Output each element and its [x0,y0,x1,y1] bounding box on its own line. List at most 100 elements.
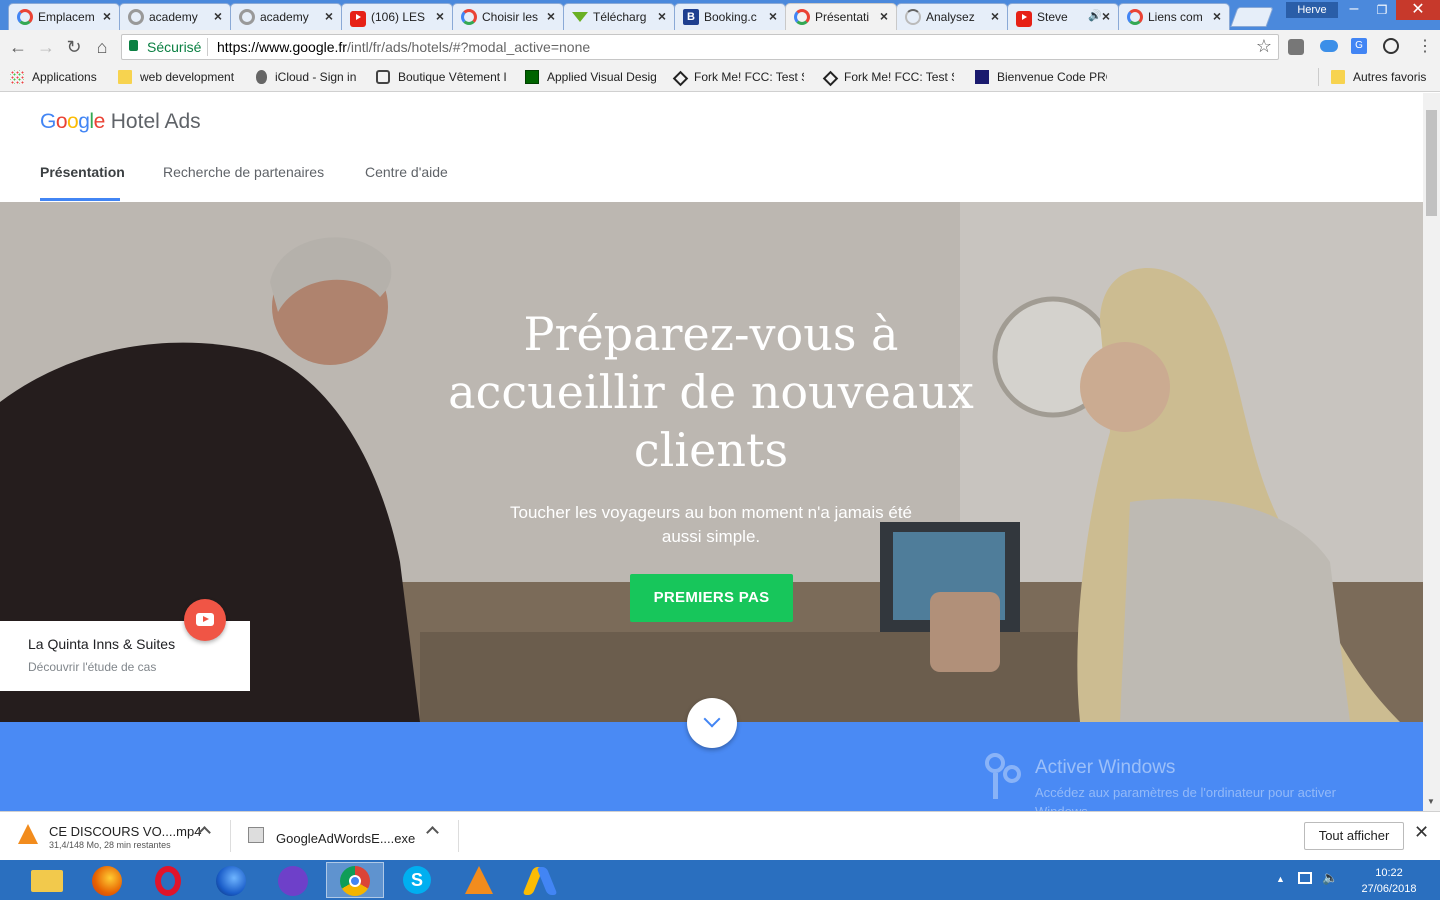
get-started-button[interactable]: PREMIERS PAS [630,574,793,622]
address-bar[interactable]: Sécurisé https://www.google.fr/intl/fr/a… [121,34,1279,60]
close-icon[interactable]: × [547,8,555,24]
bookmark-label: Boutique Vêtement I [398,70,507,84]
close-icon[interactable]: × [1213,8,1221,24]
url-text[interactable]: https://www.google.fr/intl/fr/ads/hotels… [217,39,590,55]
nav-tab-partners[interactable]: Recherche de partenaires [163,164,324,180]
show-hidden-icons-icon[interactable]: ▲ [1276,874,1285,884]
bookmark-label: web development [140,70,235,84]
close-icon[interactable]: × [658,8,666,24]
bookmark-label: Applied Visual Desig [547,70,657,84]
activate-windows-line: Windows. [1035,802,1336,811]
google-icon [239,9,255,25]
skype-icon[interactable]: S [388,862,446,898]
bookmark-fork-me-1[interactable]: Fork Me! FCC: Test S [672,70,804,87]
product-name: Hotel Ads [110,110,201,133]
tab-strip: Emplacem × academy × academy × (106) LES… [0,0,1440,30]
bookmark-icloud[interactable]: iCloud - Sign in [256,70,356,84]
wordmark-letter: G [40,110,56,133]
bookmark-other-favorites[interactable]: Autres favoris [1331,70,1426,84]
close-icon[interactable]: × [325,8,333,24]
tab-5[interactable]: Choisir les × [452,3,564,30]
reload-icon[interactable]: ↻ [62,35,86,59]
bookmark-fork-me-2[interactable]: Fork Me! FCC: Test S [822,70,954,87]
firefox-dev-icon[interactable] [202,862,260,898]
restore-button[interactable]: ❐ [1368,0,1396,20]
sync-icon[interactable] [1383,38,1399,54]
tab-4[interactable]: (106) LES × [341,3,453,30]
bookmark-applied-visual[interactable]: Applied Visual Desig [525,70,657,84]
tab-6[interactable]: Télécharg × [563,3,675,30]
google-icon [1127,9,1143,25]
close-icon[interactable]: × [769,8,777,24]
translate-icon[interactable]: G [1351,38,1367,54]
vlc-icon[interactable] [450,862,508,898]
adwords-editor-icon[interactable] [512,862,570,898]
window-close-button[interactable]: ✕ [1396,0,1440,20]
firefox-icon[interactable] [78,862,136,898]
bookmark-label: Fork Me! FCC: Test S [844,70,954,84]
case-study-link[interactable]: Découvrir l'étude de cas [28,660,156,674]
nav-tab-presentation[interactable]: Présentation [40,164,125,180]
github-desktop-icon[interactable] [264,862,322,898]
tab-7[interactable]: B Booking.c × [674,3,786,30]
tab-8-active[interactable]: Présentati × [785,3,897,30]
file-explorer-icon[interactable] [18,862,76,898]
tab-label: (106) LES [371,10,426,24]
network-icon[interactable] [1298,872,1312,884]
menu-icon[interactable]: ⋮ [1417,36,1433,56]
scroll-down-arrow-icon[interactable]: ▼ [1427,797,1435,806]
bookmark-code-pro[interactable]: Bienvenue Code PRO [975,70,1107,84]
close-icon[interactable]: × [991,8,999,24]
close-icon[interactable]: × [214,8,222,24]
play-video-button[interactable] [184,599,226,641]
minimize-button[interactable]: – [1340,0,1368,20]
cloud-icon[interactable] [1320,40,1338,52]
clock-date: 27/06/2018 [1361,883,1417,895]
chrome-icon[interactable] [326,862,384,898]
tab-3[interactable]: academy × [230,3,342,30]
wordmark-letter: o [55,110,68,133]
folder-icon [1331,70,1345,84]
extension-icon[interactable] [1288,39,1304,55]
active-tab-indicator [40,198,120,201]
hero-subtitle: Toucher les voyageurs au bon moment n'a … [461,501,961,549]
tab-2[interactable]: academy × [119,3,231,30]
close-icon[interactable]: × [1102,8,1110,24]
system-clock[interactable]: 10:22 27/06/2018 [1352,865,1426,897]
new-tab-button[interactable] [1230,7,1274,27]
download-2-name[interactable]: GoogleAdWordsE....exe [276,831,415,846]
close-icon[interactable]: × [436,8,444,24]
hero-section: Préparez-vous à accueillir de nouveaux c… [0,202,1423,722]
profile-badge[interactable]: Herve [1286,2,1338,18]
site-logo[interactable]: Google Hotel Ads [40,110,201,134]
close-icon[interactable]: × [880,8,888,24]
bookmark-boutique[interactable]: Boutique Vêtement I [376,70,508,84]
close-downloads-icon[interactable]: ✕ [1414,822,1429,843]
speaker-icon[interactable]: 🔊 [1088,9,1102,22]
close-icon[interactable]: × [103,8,111,24]
tab-label: Liens com [1148,10,1203,24]
show-all-downloads-button[interactable]: Tout afficher [1304,822,1404,850]
download-1-name[interactable]: CE DISCOURS VO....mp4 [49,824,201,839]
tab-1[interactable]: Emplacem × [8,3,120,30]
activate-windows-line: Accédez aux paramètres de l'ordinateur p… [1035,785,1336,800]
volume-icon[interactable]: 🔈 [1322,870,1338,886]
opera-icon[interactable] [140,862,198,898]
bookmark-applications[interactable]: Applications [10,70,97,84]
google-wordmark: Google [40,110,105,133]
booking-icon: B [683,9,699,25]
chevron-up-icon[interactable] [426,826,439,839]
bookmark-web-development[interactable]: web development [118,70,234,84]
home-icon[interactable]: ⌂ [90,35,114,59]
tab-11[interactable]: Liens com × [1118,3,1230,30]
tab-10[interactable]: Steve 🔊 × [1007,3,1119,30]
tab-9[interactable]: Analysez × [896,3,1008,30]
windows-taskbar: S ▲ 🔈 10:22 27/06/2018 [0,860,1440,900]
star-icon[interactable]: ☆ [1256,36,1272,57]
scroll-down-button[interactable] [687,698,737,748]
forward-arrow-icon[interactable]: → [34,35,58,59]
scrollbar-thumb[interactable] [1426,110,1437,216]
tab-label: Booking.c [704,10,757,24]
nav-tab-help-center[interactable]: Centre d'aide [365,164,448,180]
back-arrow-icon[interactable]: ← [6,35,30,59]
